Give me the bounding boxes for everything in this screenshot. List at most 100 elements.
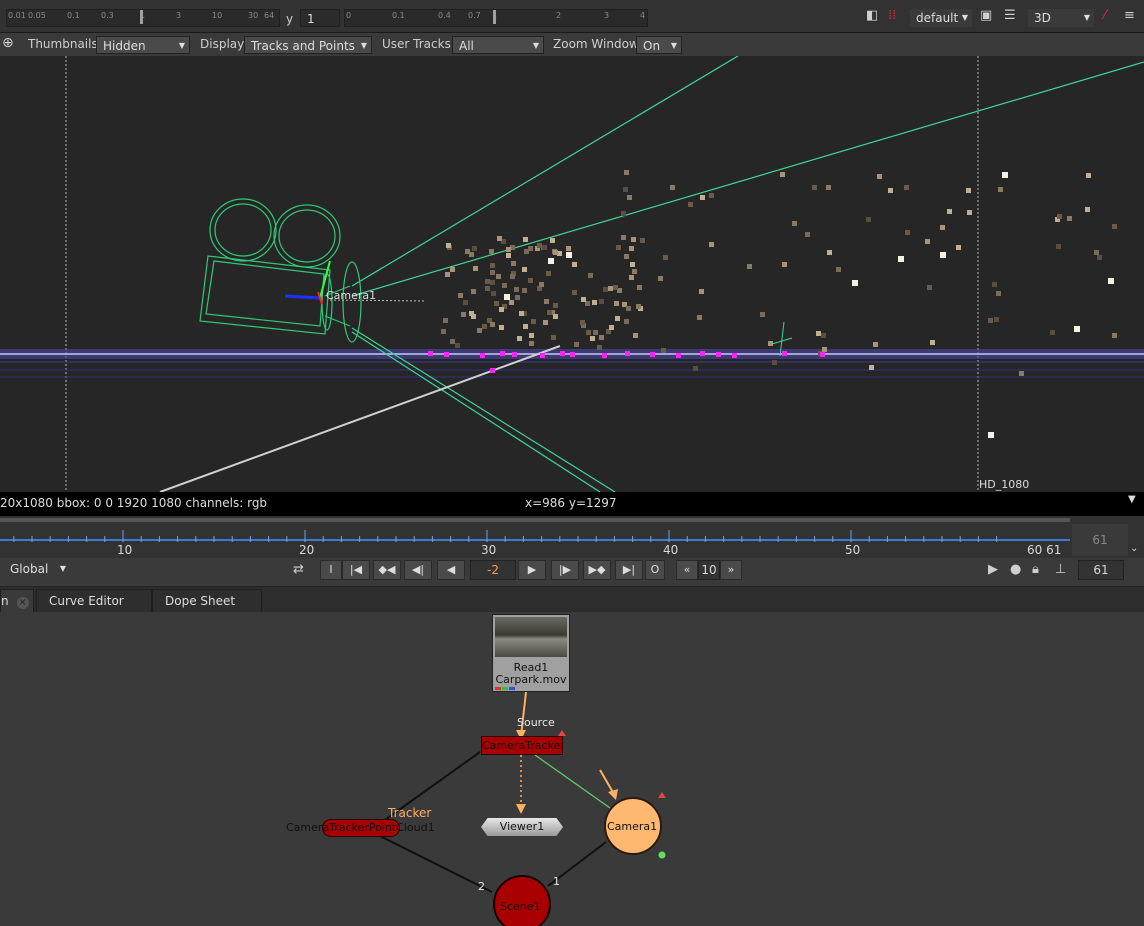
previous-frame-icon[interactable]: ◀| [404, 560, 432, 580]
user-tracks-value: All [459, 39, 474, 53]
read-thumbnail [495, 617, 567, 657]
tab-node-graph[interactable]: n × [0, 589, 34, 612]
cloud-point [515, 295, 520, 300]
next-keyframe-icon[interactable]: ▶◆ [583, 560, 611, 580]
cloud-point [930, 340, 935, 345]
thumbnails-dropdown[interactable]: Hidden ▼ [96, 36, 190, 54]
pause-viewer-icon[interactable]: ≡ [1124, 8, 1135, 23]
cloud-point [455, 343, 460, 348]
close-icon[interactable]: × [16, 597, 29, 609]
user-tracks-dropdown[interactable]: All ▼ [452, 36, 544, 54]
cloud-point [461, 312, 466, 317]
cloud-point [693, 366, 698, 371]
cloud-point [760, 312, 765, 317]
zoom-window-dropdown[interactable]: On ▼ [636, 36, 682, 54]
range-icon[interactable]: ⊥ [1055, 562, 1066, 577]
cloud-point [506, 253, 511, 258]
set-in-point-button[interactable]: I [320, 560, 342, 580]
set-out-point-button[interactable]: O [645, 560, 665, 580]
cloud-point [465, 249, 470, 254]
cloud-point [469, 311, 474, 316]
node-graph[interactable]: Read1 Carpark.mov Source CameraTracker1 … [0, 612, 1144, 926]
info-expand-icon[interactable]: ▼ [1128, 494, 1136, 505]
cloud-point [586, 330, 591, 335]
wipe-icon[interactable]: ⁄ [1104, 8, 1106, 23]
cloud-point [663, 255, 668, 260]
tab-dope-sheet[interactable]: Dope Sheet× [152, 589, 262, 632]
cloud-point [624, 170, 629, 175]
skip-forward-icon[interactable]: » [720, 560, 742, 580]
cloud-point [580, 320, 585, 325]
cloud-point [592, 300, 597, 305]
camera-tracker-node[interactable]: CameraTracker1 [481, 736, 563, 755]
cloud-point [496, 274, 501, 279]
cloud-point [547, 310, 552, 315]
cloud-point [593, 330, 598, 335]
play-forward-icon[interactable]: ▶ [518, 560, 546, 580]
cloud-point [1094, 250, 1099, 255]
cloud-point [529, 333, 534, 338]
skip-back-icon[interactable]: « [676, 560, 698, 580]
track-marker [716, 352, 721, 357]
gain-slider-knob[interactable] [140, 10, 143, 24]
cloud-point [499, 307, 504, 312]
cloud-point [550, 238, 555, 243]
gamma-slider-knob[interactable] [493, 10, 496, 24]
add-icon[interactable]: ⊕ [2, 35, 14, 51]
cloud-point [566, 246, 571, 251]
frame-step-field[interactable]: 10 [698, 560, 720, 580]
flipbook-icon[interactable]: ▶ [988, 562, 998, 577]
cloud-point [956, 245, 961, 250]
chevron-down-icon[interactable]: ⌄ [1130, 543, 1138, 554]
end-frame-field[interactable]: 61 [1072, 524, 1128, 556]
cloud-point [877, 174, 882, 179]
cloud-point [947, 209, 952, 214]
cloud-point [529, 341, 534, 346]
viewer-3d[interactable]: Camera1 HD_1080 [0, 56, 1144, 492]
go-to-start-icon[interactable]: |◀ [342, 560, 370, 580]
timeline-label: 60 61 [1027, 543, 1062, 557]
playback-scope-dropdown[interactable]: Global ▼ [4, 560, 70, 578]
lock-icon[interactable]: 🔒︎ [1032, 562, 1039, 577]
view-mode-dropdown[interactable]: 3D ▼ [1028, 9, 1094, 27]
read-node[interactable]: Read1 Carpark.mov [492, 614, 570, 692]
next-frame-icon[interactable]: |▶ [551, 560, 579, 580]
clipping-warning-icon[interactable]: ⁞⁞ [888, 8, 896, 23]
camera-node[interactable]: Camera1 [607, 820, 657, 833]
cloud-point [624, 319, 629, 324]
cloud-point [445, 272, 450, 277]
cloud-point [709, 242, 714, 247]
user-tracks-label: User Tracks [382, 37, 451, 51]
camera-selector-icon[interactable]: ▣ [980, 8, 992, 23]
tab-curve-editor[interactable]: Curve Editor× [36, 589, 152, 632]
cloud-point [485, 286, 490, 291]
previous-keyframe-icon[interactable]: ◆◀ [373, 560, 401, 580]
cloud-point [700, 195, 705, 200]
viewer-preset-dropdown[interactable]: default ▼ [910, 9, 972, 27]
play-backward-icon[interactable]: ◀ [437, 560, 465, 580]
playback-scope-value: Global [10, 562, 49, 576]
gain-gamma-bar: 0.01 0.05 0.1 0.3 1 3 10 30 64 y 1 0 0.1… [0, 0, 1144, 33]
loop-mode-icon[interactable]: ⇄ [293, 562, 304, 577]
lut-icon[interactable]: ◧ [866, 8, 878, 23]
scene-node[interactable]: Scene1 [500, 900, 541, 913]
go-to-end-icon[interactable]: ▶| [615, 560, 643, 580]
gamma-field[interactable]: 1 [300, 9, 340, 27]
cloud-point [472, 246, 477, 251]
gamma-tick: 2 [556, 11, 562, 20]
frame-field[interactable]: 61 [1078, 560, 1124, 580]
record-icon[interactable]: ● [1010, 562, 1021, 577]
cloud-point [446, 243, 451, 248]
cloud-point [514, 287, 519, 292]
cloud-point [590, 336, 595, 341]
overlay-settings-icon[interactable]: ☰ [1004, 8, 1016, 23]
timeline[interactable]: 10 20 30 40 50 60 61 61 ⌄ [0, 516, 1144, 558]
current-frame-field[interactable]: -2 [470, 560, 516, 580]
display-dropdown[interactable]: Tracks and Points ▼ [244, 36, 372, 54]
cloud-point [780, 172, 785, 177]
track-marker [480, 353, 485, 358]
cloud-point [531, 319, 536, 324]
cloud-point [572, 262, 577, 267]
viewer-node[interactable]: Viewer1 [481, 818, 563, 836]
cloud-point [633, 333, 638, 338]
